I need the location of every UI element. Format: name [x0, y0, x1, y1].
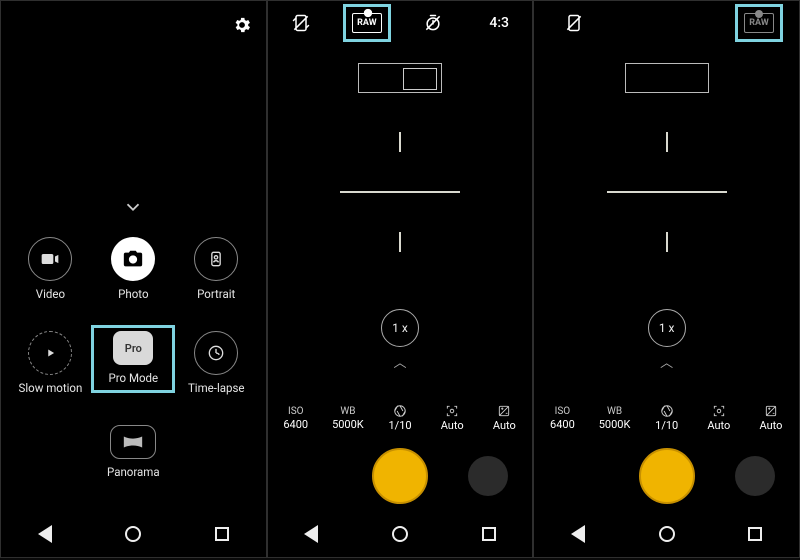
aperture-icon — [393, 404, 407, 418]
param-ev[interactable]: Auto — [478, 404, 530, 432]
raw-toggle[interactable]: RAW — [345, 6, 389, 40]
focus-reticle — [325, 132, 475, 252]
mode-panorama[interactable]: Panorama — [93, 421, 173, 485]
mode-photo[interactable]: Photo — [93, 233, 173, 307]
nav-home-icon[interactable] — [392, 526, 408, 542]
nav-recent-icon[interactable] — [215, 527, 229, 541]
mode-label: Panorama — [107, 465, 160, 479]
focus-icon — [445, 404, 459, 418]
mode-portrait[interactable]: Portrait — [176, 233, 256, 307]
mode-video[interactable]: Video — [10, 233, 90, 307]
orientation-lock-icon[interactable] — [552, 6, 596, 40]
shutter-button[interactable] — [372, 448, 428, 504]
exposure-region — [625, 63, 709, 93]
param-wb[interactable]: WB 5000K — [322, 406, 374, 431]
aperture-icon — [660, 404, 674, 418]
switch-camera-button[interactable] — [735, 456, 775, 496]
collapse-chevron-icon[interactable] — [1, 187, 266, 227]
aspect-ratio-toggle[interactable]: 4:3 — [477, 6, 521, 40]
timelapse-icon — [194, 331, 238, 375]
param-focus[interactable]: Auto — [426, 404, 478, 432]
param-wb[interactable]: WB 5000K — [588, 406, 640, 431]
raw-label: RAW — [357, 18, 376, 28]
switch-camera-button[interactable] — [468, 456, 508, 496]
param-shutter[interactable]: 1/10 — [641, 404, 693, 432]
pro-icon: Pro — [113, 331, 153, 365]
mode-label: Time-lapse — [188, 381, 245, 395]
nav-back-icon[interactable] — [304, 525, 318, 543]
mode-pro[interactable]: Pro Pro Mode — [93, 327, 173, 391]
param-shutter[interactable]: 1/10 — [374, 404, 426, 432]
slowmo-icon — [28, 331, 72, 375]
shutter-button[interactable] — [639, 448, 695, 504]
pro-parameter-bar: ISO 6400 WB 5000K 1/10 Auto Auto — [268, 395, 533, 441]
raw-badge: RAW — [744, 13, 774, 33]
nav-home-icon[interactable] — [659, 526, 675, 542]
mode-time-lapse[interactable]: Time-lapse — [176, 327, 256, 401]
nav-recent-icon[interactable] — [748, 527, 762, 541]
param-iso[interactable]: ISO 6400 — [536, 406, 588, 431]
raw-toggle[interactable]: RAW — [737, 6, 781, 40]
screen-pro-raw-on: RAW 4:3 1 x ︿ ISO 6400 WB 5000K — [267, 0, 534, 558]
portrait-icon — [194, 237, 238, 281]
focus-reticle — [592, 132, 742, 252]
raw-badge: RAW — [352, 13, 382, 33]
zoom-button[interactable]: 1 x — [648, 309, 686, 347]
pro-parameter-bar: ISO 6400 WB 5000K 1/10 Auto Auto — [534, 395, 799, 441]
mode-label: Video — [36, 287, 65, 301]
viewfinder[interactable]: 1 x ︿ — [268, 45, 533, 395]
raw-label: RAW — [749, 18, 768, 28]
screen-pro-raw-off: RAW 1 x ︿ ISO 6400 WB 5000K 1/10 — [533, 0, 800, 558]
raw-off-indicator-icon — [755, 10, 763, 18]
expand-chevron-icon[interactable]: ︿ — [660, 352, 673, 371]
panorama-icon — [110, 425, 156, 459]
mode-label: Slow motion — [19, 381, 83, 395]
camera-icon — [111, 237, 155, 281]
settings-icon[interactable] — [232, 15, 252, 35]
viewfinder[interactable]: 1 x ︿ — [534, 45, 799, 395]
exposure-icon — [764, 404, 778, 418]
nav-home-icon[interactable] — [125, 526, 141, 542]
nav-back-icon[interactable] — [571, 525, 585, 543]
screen-mode-picker: Video Photo Portrait Slow motion — [0, 0, 267, 558]
android-nav-bar — [534, 511, 799, 557]
nav-recent-icon[interactable] — [482, 527, 496, 541]
android-nav-bar — [268, 511, 533, 557]
exposure-icon — [497, 404, 511, 418]
nav-back-icon[interactable] — [38, 525, 52, 543]
mode-label: Photo — [118, 287, 148, 301]
param-ev[interactable]: Auto — [745, 404, 797, 432]
video-icon — [28, 237, 72, 281]
mode-grid: Video Photo Portrait Slow motion — [1, 227, 266, 511]
expand-chevron-icon[interactable]: ︿ — [393, 352, 406, 371]
mode-slow-motion[interactable]: Slow motion — [10, 327, 90, 401]
timer-icon[interactable] — [411, 6, 455, 40]
orientation-lock-icon[interactable] — [279, 6, 323, 40]
exposure-region — [358, 63, 442, 93]
focus-icon — [712, 404, 726, 418]
android-nav-bar — [1, 511, 266, 557]
mode-label: Portrait — [197, 287, 235, 301]
mode-label: Pro Mode — [109, 371, 159, 385]
zoom-button[interactable]: 1 x — [381, 309, 419, 347]
param-focus[interactable]: Auto — [693, 404, 745, 432]
param-iso[interactable]: ISO 6400 — [270, 406, 322, 431]
